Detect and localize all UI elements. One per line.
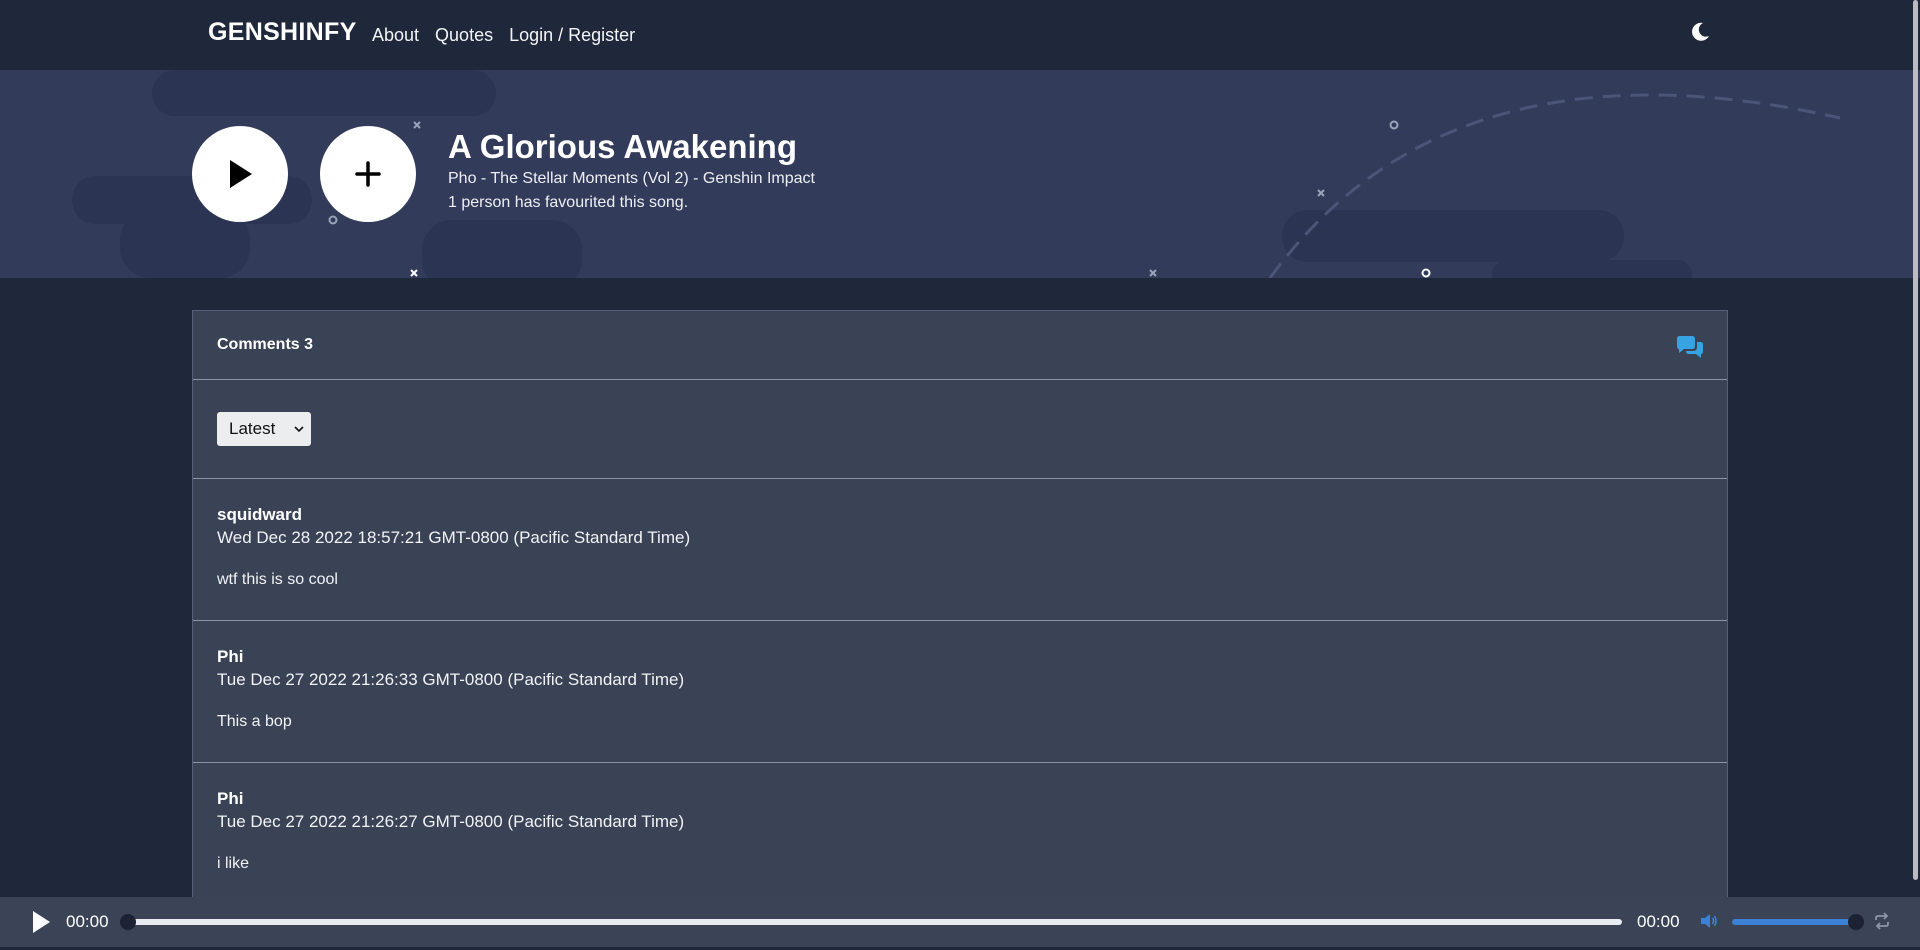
nav-login-link[interactable]: Login / Register bbox=[509, 25, 635, 46]
play-icon[interactable] bbox=[30, 909, 52, 935]
play-icon bbox=[230, 160, 252, 188]
audio-player: 00:00 00:00 bbox=[0, 897, 1920, 947]
comment-text: wtf this is so cool bbox=[217, 571, 338, 588]
comment-text: i like bbox=[217, 855, 250, 872]
loop-icon[interactable] bbox=[1872, 911, 1892, 931]
nav-links: About Quotes Login / Register bbox=[372, 25, 635, 46]
comments-header: Comments 3 bbox=[193, 311, 1727, 380]
current-time: 00:00 bbox=[66, 912, 109, 931]
duration: 00:00 bbox=[1637, 912, 1680, 931]
sort-select[interactable]: Latest bbox=[217, 412, 311, 446]
comment-date: Tue Dec 27 2022 21:26:33 GMT-0800 (Pacif… bbox=[217, 670, 685, 689]
navbar: GENSHINFY About Quotes Login / Register bbox=[0, 0, 1920, 70]
hero-decoration bbox=[72, 70, 1841, 278]
progress-slider[interactable] bbox=[126, 919, 1622, 925]
brand-logo[interactable]: GENSHINFY bbox=[208, 18, 357, 47]
add-to-favourites-button[interactable] bbox=[320, 126, 416, 222]
speaker-icon[interactable] bbox=[1700, 912, 1718, 930]
comment-text: This a bop bbox=[217, 713, 292, 730]
volume-slider[interactable] bbox=[1732, 919, 1856, 925]
comment-item: Phi Tue Dec 27 2022 21:26:27 GMT-0800 (P… bbox=[193, 763, 1727, 900]
comment-username: Phi bbox=[217, 647, 244, 666]
plus-icon bbox=[355, 161, 381, 187]
comments-panel: Comments 3 Latest squidward Wed Dec 28 2… bbox=[192, 310, 1728, 900]
comment-item: Phi Tue Dec 27 2022 21:26:33 GMT-0800 (P… bbox=[193, 621, 1727, 763]
song-hero: A Glorious Awakening Pho - The Stellar M… bbox=[0, 70, 1920, 278]
comment-username: Phi bbox=[217, 789, 244, 808]
comment-date: Tue Dec 27 2022 21:26:27 GMT-0800 (Pacif… bbox=[217, 812, 685, 831]
page-scrollbar[interactable] bbox=[1913, 0, 1918, 880]
volume-handle[interactable] bbox=[1848, 914, 1864, 930]
sort-selected-value: Latest bbox=[229, 419, 276, 438]
sort-row: Latest bbox=[193, 380, 1727, 479]
progress-handle[interactable] bbox=[120, 914, 136, 930]
play-song-button[interactable] bbox=[192, 126, 288, 222]
chevron-down-icon bbox=[294, 426, 304, 433]
comment-item: squidward Wed Dec 28 2022 18:57:21 GMT-0… bbox=[193, 479, 1727, 621]
chat-bubbles-icon bbox=[1677, 336, 1703, 358]
comment-username: squidward bbox=[217, 505, 303, 524]
song-subtitle: Pho - The Stellar Moments (Vol 2) - Gens… bbox=[448, 170, 815, 187]
favourites-count: 1 person has favourited this song. bbox=[448, 194, 689, 211]
nav-about-link[interactable]: About bbox=[372, 25, 419, 46]
song-title: A Glorious Awakening bbox=[448, 128, 797, 165]
nav-quotes-link[interactable]: Quotes bbox=[435, 25, 493, 46]
comment-date: Wed Dec 28 2022 18:57:21 GMT-0800 (Pacif… bbox=[217, 528, 691, 547]
comments-count: Comments 3 bbox=[217, 336, 314, 353]
moon-icon[interactable] bbox=[1688, 20, 1712, 44]
